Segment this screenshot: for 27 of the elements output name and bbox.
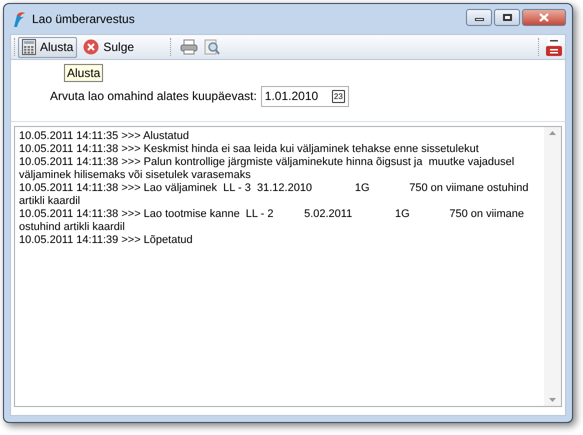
log-line: 10.05.2011 14:11:38 >>> Lao tootmise kanne LL - 2 5.02.2011 1G 750 on viimane ostuhind artikli kaardil <box>19 208 525 234</box>
minimize-icon <box>474 18 484 21</box>
scroll-up-icon[interactable] <box>549 131 556 135</box>
log-line: 10.05.2011 14:11:39 >>> Lõpetatud <box>19 234 194 247</box>
date-field[interactable]: 1.01.2010 23 <box>260 86 349 106</box>
calendar-icon[interactable]: 23 <box>332 90 345 102</box>
scroll-down-icon[interactable] <box>549 398 556 402</box>
minimize-button[interactable] <box>466 8 492 26</box>
scrollbar[interactable] <box>544 127 561 406</box>
calculator-icon <box>22 39 36 55</box>
toolbar-button[interactable]: Sulge <box>79 36 138 58</box>
maximize-button[interactable] <box>494 8 520 26</box>
window-title: Lao ümberarvestus <box>32 11 135 28</box>
tooltip: Alusta <box>64 64 104 82</box>
printer-icon[interactable] <box>180 39 198 55</box>
magnifier-icon[interactable] <box>204 39 220 55</box>
close-button[interactable] <box>522 8 566 26</box>
log-line: 10.05.2011 14:11:38 >>> Keskmist hinda ei saa leida kui väljaminek tehakse enne sissetulekut <box>19 143 480 156</box>
log-line: 10.05.2011 14:11:38 >>> Palun kontrollige järgmiste väljaminekute hinna õigsust ja muutke vajadusel väljaminek hilisemaks või sisetulek varasemaks <box>19 156 516 182</box>
close-icon <box>83 39 100 55</box>
log-line: 10.05.2011 14:11:35 >>> Alustatud <box>19 130 190 143</box>
date-label: Arvuta lao omahind alates kuupäevast: <box>50 88 257 105</box>
close-icon <box>539 12 549 22</box>
maximize-icon <box>502 14 512 20</box>
log-line: 10.05.2011 14:11:38 >>> Lao väljaminek LL - 3 31.12.2010 1G 750 on viimane ostuhind artikli kaardil <box>19 182 530 208</box>
app-logo-icon <box>12 11 26 27</box>
toolbar-button[interactable]: Alusta <box>18 36 78 58</box>
